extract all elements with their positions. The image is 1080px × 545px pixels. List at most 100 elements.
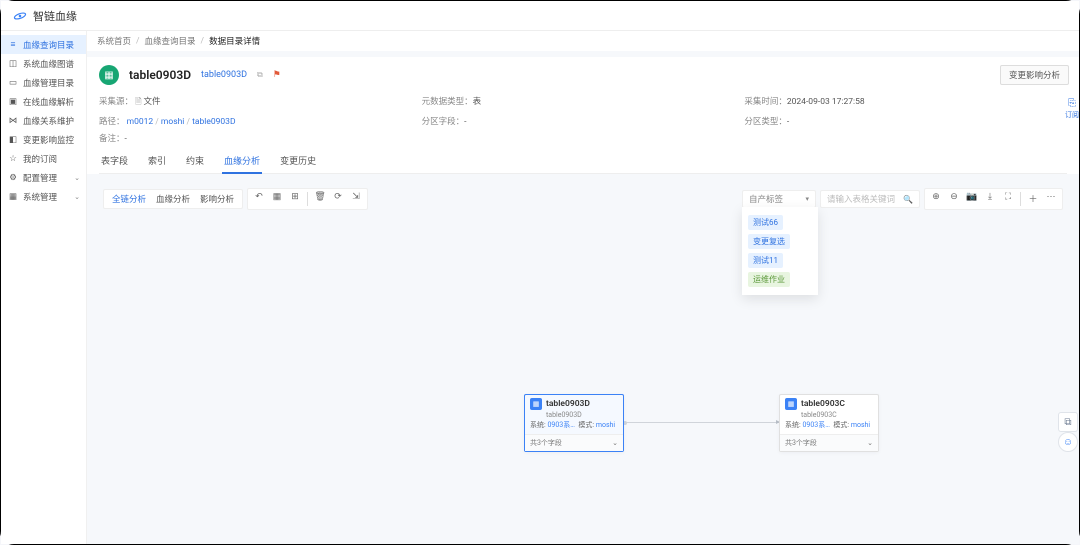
lineage-node-target[interactable]: ▦ table0903C table0903C 系统: 0903系… 模式: m… — [779, 394, 879, 452]
fullscreen-icon[interactable]: ⛶ — [1002, 192, 1014, 206]
node-subtitle: table0903C — [780, 411, 878, 419]
float-action-button[interactable]: ⧉ — [1058, 412, 1078, 432]
tag-dropdown[interactable]: 自产标签 ▾ 测试66 变更复选 测试11 运维作业 — [742, 190, 816, 208]
sidebar-item-change-monitor[interactable]: ◧ 变更影响监控 — [1, 130, 86, 149]
tab-fields[interactable]: 表字段 — [99, 154, 130, 173]
meta-label-time: 采集时间： — [744, 97, 787, 107]
chevron-down-icon: ▾ — [805, 195, 809, 203]
meta-label-remark: 备注： — [99, 134, 125, 144]
zoom-in-icon[interactable]: ⊕ — [930, 192, 942, 206]
sidebar-item-lineage-query[interactable]: ≡ 血缘查询目录 — [1, 35, 86, 54]
chevron-down-icon: ⌄ — [867, 439, 873, 447]
analysis-mode-segmented: 全链分析 血缘分析 影响分析 — [103, 189, 243, 209]
sidebar-item-system-graph[interactable]: ◫系统血缘图谱 — [1, 54, 86, 73]
node-expand[interactable]: 共3个字段⌄ — [525, 434, 623, 451]
alert-icon: ◧ — [8, 135, 18, 145]
sidebar-item-relation-maint[interactable]: ⋈ 血缘关系维护 — [1, 111, 86, 130]
meta-label-ptype: 分区类型： — [744, 117, 787, 127]
zoom-out-icon[interactable]: ⊖ — [948, 192, 960, 206]
chevron-down-icon: ⌄ — [74, 193, 80, 201]
sidebar-item-system[interactable]: ▦系统管理⌄ — [1, 187, 86, 206]
dropdown-option[interactable]: 变更复选 — [748, 234, 790, 249]
search-placeholder: 请输入表格关键词 — [827, 193, 895, 205]
page-title: table0903D — [129, 68, 191, 82]
delete-icon[interactable]: 🗑 — [314, 192, 326, 206]
refresh-icon[interactable]: ⟳ — [332, 192, 344, 206]
logo-icon — [13, 9, 27, 23]
list-icon: ≡ — [8, 40, 18, 50]
seg-full-chain[interactable]: 全链分析 — [112, 193, 146, 205]
detail-tabs: 表字段 索引 约束 血缘分析 变更历史 — [99, 154, 1067, 174]
seg-lineage[interactable]: 血缘分析 — [156, 193, 190, 205]
meta-label-pfield: 分区字段： — [422, 117, 465, 127]
breadcrumb-item[interactable]: 血缘查询目录 — [145, 35, 196, 47]
link-icon: ⋈ — [8, 116, 18, 126]
camera-icon[interactable]: 📷 — [966, 192, 978, 206]
node-subtitle: table0903D — [525, 411, 623, 419]
path-seg[interactable]: m0012 — [127, 117, 154, 127]
dropdown-option[interactable]: 测试66 — [748, 215, 783, 230]
path-seg[interactable]: moshi — [161, 117, 184, 127]
sidebar-item-label: 变更影响监控 — [23, 134, 74, 146]
search-input[interactable]: 请输入表格关键词 🔍 — [820, 190, 920, 208]
path-seg[interactable]: table0903D — [192, 117, 235, 127]
add-icon[interactable]: ＋ — [1027, 192, 1039, 206]
breadcrumb-sep: / — [201, 36, 205, 46]
tab-index[interactable]: 索引 — [146, 154, 168, 173]
star-icon: ☆ — [8, 154, 18, 164]
meta-value: - — [125, 134, 127, 144]
title-link[interactable]: table0903D — [201, 70, 247, 80]
sidebar-item-label: 血缘管理目录 — [23, 77, 74, 89]
sidebar-item-label: 血缘查询目录 — [23, 39, 74, 51]
meta-value: 表 — [473, 97, 482, 107]
meta-label-source: 采集源： — [99, 97, 133, 107]
sidebar-item-my-subs[interactable]: ☆我的订阅 — [1, 149, 86, 168]
layout-icon[interactable]: ⊞ — [289, 192, 301, 206]
node-expand[interactable]: 共3个字段⌄ — [780, 434, 878, 451]
breadcrumb: 系统首页 / 血缘查询目录 / 数据目录详情 — [87, 31, 1079, 51]
sidebar-item-label: 配置管理 — [23, 172, 57, 184]
meta-value: 文件 — [144, 97, 161, 107]
logo[interactable]: 智链血缘 — [13, 8, 77, 24]
meta-value: - — [787, 117, 789, 127]
sidebar-item-label: 血缘关系维护 — [23, 115, 74, 127]
copy-icon[interactable]: ⧉ — [257, 70, 263, 80]
settings-icon: ▦ — [8, 192, 18, 202]
float-chat-button[interactable]: ☺ — [1058, 432, 1078, 452]
node-title: table0903D — [546, 399, 590, 409]
meta-label-path: 路径： — [99, 117, 125, 127]
sidebar-item-config[interactable]: ⚙配置管理⌄ — [1, 168, 86, 187]
detail-header: ▦ table0903D table0903D ⧉ ⚑ 变更影响分析 ⎘订阅 采… — [87, 57, 1079, 174]
meta-value: 2024-09-03 17:27:58 — [787, 97, 865, 107]
gear-icon: ⚙ — [8, 173, 18, 183]
topbar: 智链血缘 — [1, 1, 1079, 31]
app-name: 智链血缘 — [33, 8, 77, 24]
sidebar-item-online-parse[interactable]: ▣在线血缘解析 — [1, 92, 86, 111]
tab-lineage[interactable]: 血缘分析 — [222, 154, 262, 173]
seg-impact[interactable]: 影响分析 — [200, 193, 234, 205]
grid-icon[interactable]: ▦ — [271, 192, 283, 206]
lineage-node-source[interactable]: ▦ table0903D table0903D 系统: 0903系… 模式: m… — [524, 394, 624, 452]
subscribe-toggle[interactable]: ⎘订阅 — [1064, 99, 1079, 119]
code-icon: ▣ — [8, 97, 18, 107]
breadcrumb-item[interactable]: 系统首页 — [97, 35, 131, 47]
change-impact-button[interactable]: 变更影响分析 — [1000, 65, 1069, 85]
undo-icon[interactable]: ↶ — [253, 192, 265, 206]
dropdown-label: 自产标签 — [749, 193, 783, 205]
table-icon: ▦ — [99, 65, 119, 85]
table-icon: ▦ — [530, 398, 542, 410]
meta-label-type: 元数据类型： — [422, 97, 473, 107]
tab-history[interactable]: 变更历史 — [278, 154, 318, 173]
breadcrumb-sep: / — [136, 36, 140, 46]
lineage-edge — [624, 422, 779, 423]
download-icon[interactable]: ⤓ — [984, 192, 996, 206]
breadcrumb-current: 数据目录详情 — [209, 35, 260, 47]
dropdown-option[interactable]: 测试11 — [748, 253, 783, 268]
sidebar-item-lineage-manage[interactable]: ▭血缘管理目录 — [1, 73, 86, 92]
tab-constraint[interactable]: 约束 — [184, 154, 206, 173]
dropdown-option[interactable]: 运维作业 — [748, 272, 790, 287]
more-icon[interactable]: ⋯ — [1045, 192, 1057, 206]
table-icon: ▦ — [785, 398, 797, 410]
expand-icon[interactable]: ⇲ — [350, 192, 362, 206]
lineage-canvas[interactable]: 全链分析 血缘分析 影响分析 ↶ ▦ ⊞ 🗑 ⟳ ⇲ 自产标签 ▾ — [97, 182, 1069, 536]
